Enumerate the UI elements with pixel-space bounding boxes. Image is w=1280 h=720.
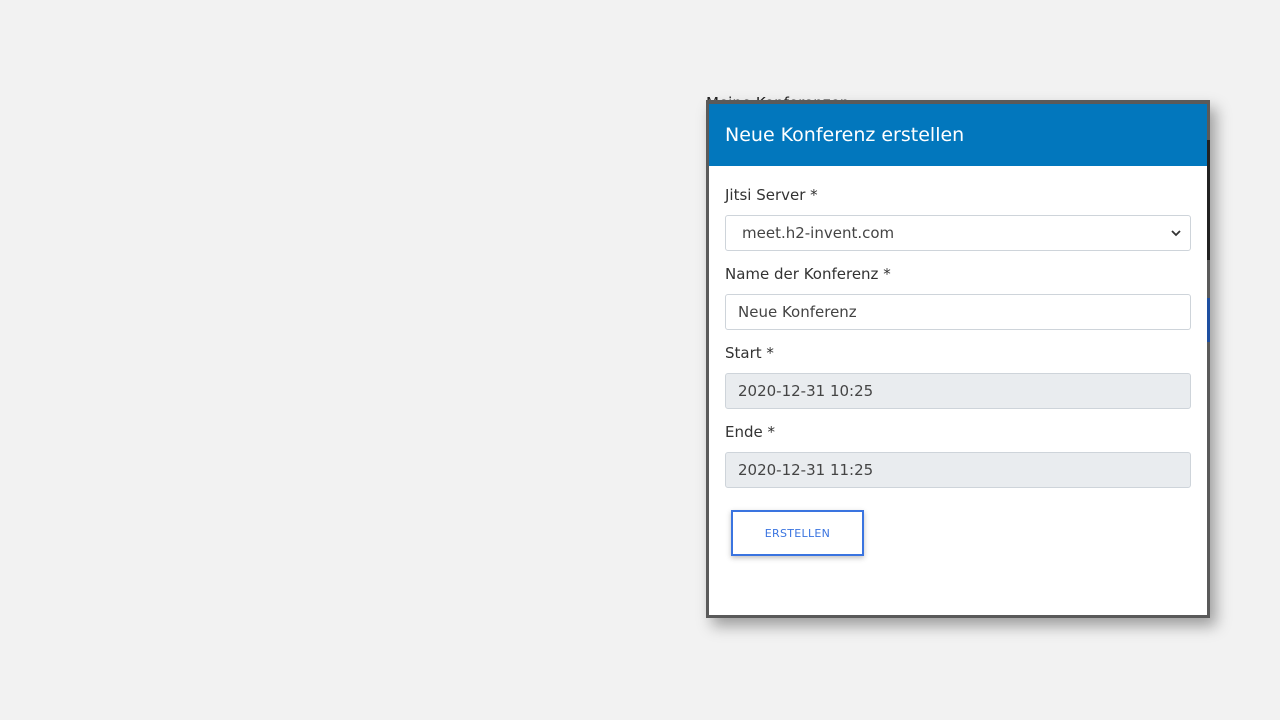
server-select-value: meet.h2-invent.com (742, 224, 895, 242)
create-button[interactable]: ERSTELLEN (731, 510, 864, 556)
start-datetime-input[interactable]: 2020-12-31 10:25 (725, 373, 1191, 409)
end-datetime-input[interactable]: 2020-12-31 11:25 (725, 452, 1191, 488)
end-value: 2020-12-31 11:25 (738, 461, 874, 479)
server-group: Jitsi Server * meet.h2-invent.com (725, 184, 1191, 251)
end-group: Ende * 2020-12-31 11:25 (725, 421, 1191, 488)
conference-name-input[interactable]: Neue Konferenz (725, 294, 1191, 330)
chevron-down-icon (1171, 230, 1181, 237)
server-label: Jitsi Server * (725, 186, 818, 204)
start-value: 2020-12-31 10:25 (738, 382, 874, 400)
conference-name-label: Name der Konferenz * (725, 265, 891, 283)
conference-name-group: Name der Konferenz * Neue Konferenz (725, 263, 1191, 330)
end-label: Ende * (725, 423, 776, 441)
create-conference-dialog: Neue Konferenz erstellen Jitsi Server * … (709, 104, 1207, 615)
dialog-header: Neue Konferenz erstellen (709, 104, 1207, 166)
dialog-title: Neue Konferenz erstellen (725, 124, 965, 146)
dialog-body: Jitsi Server * meet.h2-invent.com Name d… (709, 166, 1207, 556)
conference-name-value: Neue Konferenz (738, 303, 857, 321)
start-group: Start * 2020-12-31 10:25 (725, 342, 1191, 409)
server-select[interactable]: meet.h2-invent.com (725, 215, 1191, 251)
start-label: Start * (725, 344, 774, 362)
